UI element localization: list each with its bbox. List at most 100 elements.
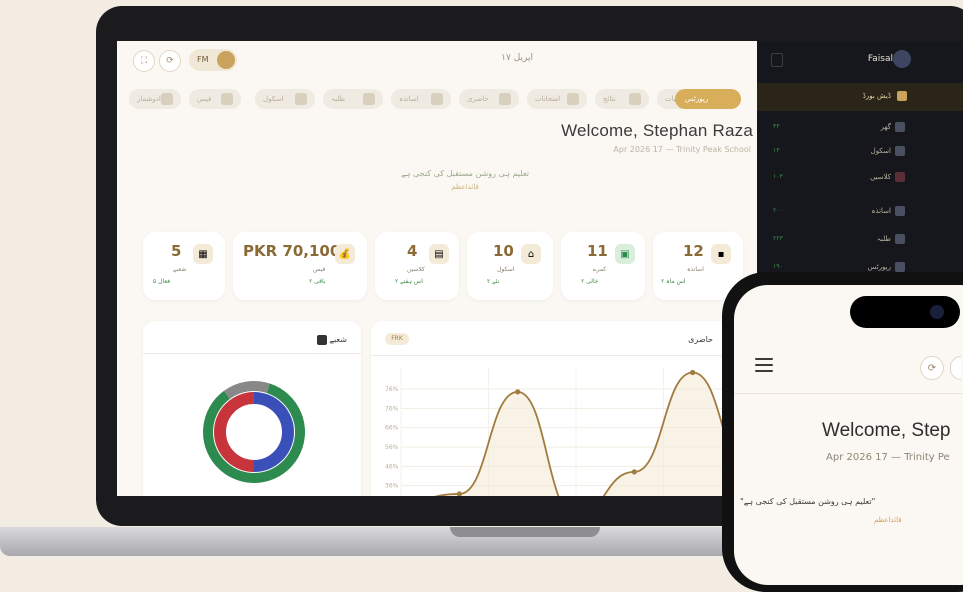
home-icon: ⌂ bbox=[521, 244, 541, 264]
refresh-icon[interactable]: ⟳ bbox=[920, 356, 944, 380]
teacher-icon bbox=[895, 206, 905, 216]
item-count: ۴۳ bbox=[773, 123, 780, 130]
avatar[interactable] bbox=[893, 50, 911, 68]
stat-value: PKR 70,100 bbox=[243, 242, 341, 260]
line-point bbox=[631, 469, 637, 475]
stat-label: اسکول bbox=[497, 266, 515, 273]
profile-switch[interactable]: FM bbox=[189, 49, 237, 71]
chip[interactable]: اسکول bbox=[255, 89, 315, 109]
line-point bbox=[690, 369, 696, 376]
sidebar-item-active[interactable]: ڈیش بورڈ bbox=[757, 83, 963, 111]
line-point bbox=[515, 389, 521, 395]
panel-title: حاضری bbox=[688, 335, 713, 344]
stat-card[interactable]: 11 ▣ کمرے ۲ خالی bbox=[561, 232, 645, 300]
chip-icon bbox=[431, 93, 443, 105]
stat-card[interactable]: 4 ▤ کلاسیں ۲ اس ہفتے bbox=[375, 232, 459, 300]
sidebar-item[interactable]: ۱۰۳ کلاسیں bbox=[757, 167, 963, 189]
donut-panel: شعبے bbox=[143, 321, 361, 496]
y-tick-label: 66% bbox=[385, 425, 399, 432]
stat-value: 4 bbox=[407, 242, 418, 260]
dashboard-icon bbox=[897, 91, 907, 101]
chip[interactable]: امتحانات bbox=[527, 89, 587, 109]
hamburger-menu-icon[interactable] bbox=[755, 358, 773, 372]
phone-quote-source: قائداعظم bbox=[874, 516, 902, 524]
stat-sub: ۲ اس ہفتے bbox=[395, 278, 423, 285]
donut-chart bbox=[203, 381, 305, 483]
panel-title: شعبے bbox=[329, 335, 347, 344]
line-chart-panel: FRK حاضری 76%76%66%56%46%36%30% bbox=[371, 321, 763, 496]
sidebar-item-label: اساتذہ bbox=[871, 207, 891, 215]
y-tick-label: 46% bbox=[385, 463, 399, 470]
menu-icon[interactable] bbox=[771, 53, 783, 67]
sidebar-item[interactable]: ۴۳ گھر bbox=[757, 117, 963, 139]
user-name: Faisal bbox=[867, 54, 893, 64]
sidebar-item-label: طلبہ bbox=[876, 235, 891, 243]
stat-label: کمرے bbox=[593, 266, 607, 273]
chip-icon bbox=[221, 93, 233, 105]
divider bbox=[371, 355, 763, 356]
grid-icon: ▣ bbox=[615, 244, 635, 264]
stat-card[interactable]: PKR 70,100 💰 فیس ۲ باقی bbox=[233, 232, 367, 300]
page-title: Welcome, Stephan Raza bbox=[561, 121, 753, 140]
phone-page-subtitle: Apr 2026 17 — Trinity Pe bbox=[826, 452, 950, 463]
chip-icon bbox=[161, 93, 173, 105]
sidebar-header: Faisal bbox=[757, 41, 963, 79]
sidebar-item-label: اسکول bbox=[870, 147, 891, 155]
chip[interactable]: اعدادوشمار bbox=[129, 89, 181, 109]
y-tick-label: 56% bbox=[385, 444, 399, 451]
sidebar-item[interactable]: ۲۰۰ اساتذہ bbox=[757, 201, 963, 223]
line-point bbox=[456, 491, 462, 496]
money-bag-icon: 💰 bbox=[335, 244, 355, 264]
chip[interactable]: طلبہ bbox=[323, 89, 383, 109]
teacher-icon: ▪ bbox=[711, 244, 731, 264]
fm-label: FM bbox=[197, 55, 209, 64]
stat-sub: ۲ باقی bbox=[309, 278, 326, 285]
chip-icon bbox=[567, 93, 579, 105]
stat-label: کلاسیں bbox=[407, 266, 425, 273]
laptop-hinge bbox=[450, 527, 600, 537]
quote-text: تعلیم ہی روشن مستقبل کی کنجی ہے bbox=[401, 169, 529, 178]
y-tick-label: 76% bbox=[385, 405, 399, 412]
phone-quote-text: "تعلیم ہی روشن مستقبل کی کنجی ہے" bbox=[740, 497, 876, 506]
divider bbox=[143, 353, 361, 354]
stat-sub: ۲ نئے bbox=[487, 278, 500, 285]
top-bar: ⛶ ⟳ FM ۱۷ اپریل bbox=[117, 41, 757, 77]
fullscreen-icon[interactable]: ⛶ bbox=[133, 50, 155, 72]
sidebar-item-label: گھر bbox=[880, 123, 891, 131]
stat-card[interactable]: 5 ▦ شعبے ۵ فعال bbox=[143, 232, 225, 300]
stat-card[interactable]: 10 ⌂ اسکول ۲ نئے bbox=[467, 232, 553, 300]
date-label: ۱۷ اپریل bbox=[501, 53, 533, 63]
calendar-icon: ▦ bbox=[193, 244, 213, 264]
sidebar-item[interactable]: ۲۲۳ طلبہ bbox=[757, 229, 963, 251]
chip[interactable]: حاضری bbox=[459, 89, 519, 109]
student-icon bbox=[895, 234, 905, 244]
stat-sub: ۲ اس ماہ bbox=[661, 278, 686, 285]
line-chart: 76%76%66%56%46%36%30% bbox=[385, 367, 754, 496]
report-icon bbox=[895, 262, 905, 272]
y-tick-label: 76% bbox=[385, 386, 399, 393]
stat-label: فیس bbox=[313, 266, 326, 273]
stat-label: شعبے bbox=[173, 266, 187, 273]
building-icon: ▤ bbox=[429, 244, 449, 264]
item-count: ۲۲۳ bbox=[773, 235, 783, 242]
stat-label: اساتذہ bbox=[687, 266, 704, 273]
sidebar-item[interactable]: ۱۳ اسکول bbox=[757, 141, 963, 163]
camera-icon bbox=[930, 305, 944, 319]
chip-active[interactable]: رپورٹس bbox=[675, 89, 741, 109]
chip[interactable]: اساتذہ bbox=[391, 89, 451, 109]
avatar bbox=[217, 51, 235, 69]
refresh-icon[interactable]: ⟳ bbox=[159, 50, 181, 72]
y-tick-label: 36% bbox=[385, 483, 399, 490]
item-count: ۱۳ bbox=[773, 147, 780, 154]
school-icon bbox=[895, 146, 905, 156]
sidebar-item-label: ڈیش بورڈ bbox=[862, 92, 891, 100]
filter-pill[interactable]: FRK bbox=[385, 333, 409, 345]
stat-value: 5 bbox=[171, 242, 182, 260]
donut-slice-red bbox=[214, 392, 255, 472]
sidebar-item-label: کلاسیں bbox=[870, 173, 891, 181]
home-icon bbox=[895, 122, 905, 132]
stat-value: 12 bbox=[683, 242, 704, 260]
chip[interactable]: فیس bbox=[189, 89, 241, 109]
chip[interactable]: نتائج bbox=[595, 89, 649, 109]
chip-icon bbox=[629, 93, 641, 105]
